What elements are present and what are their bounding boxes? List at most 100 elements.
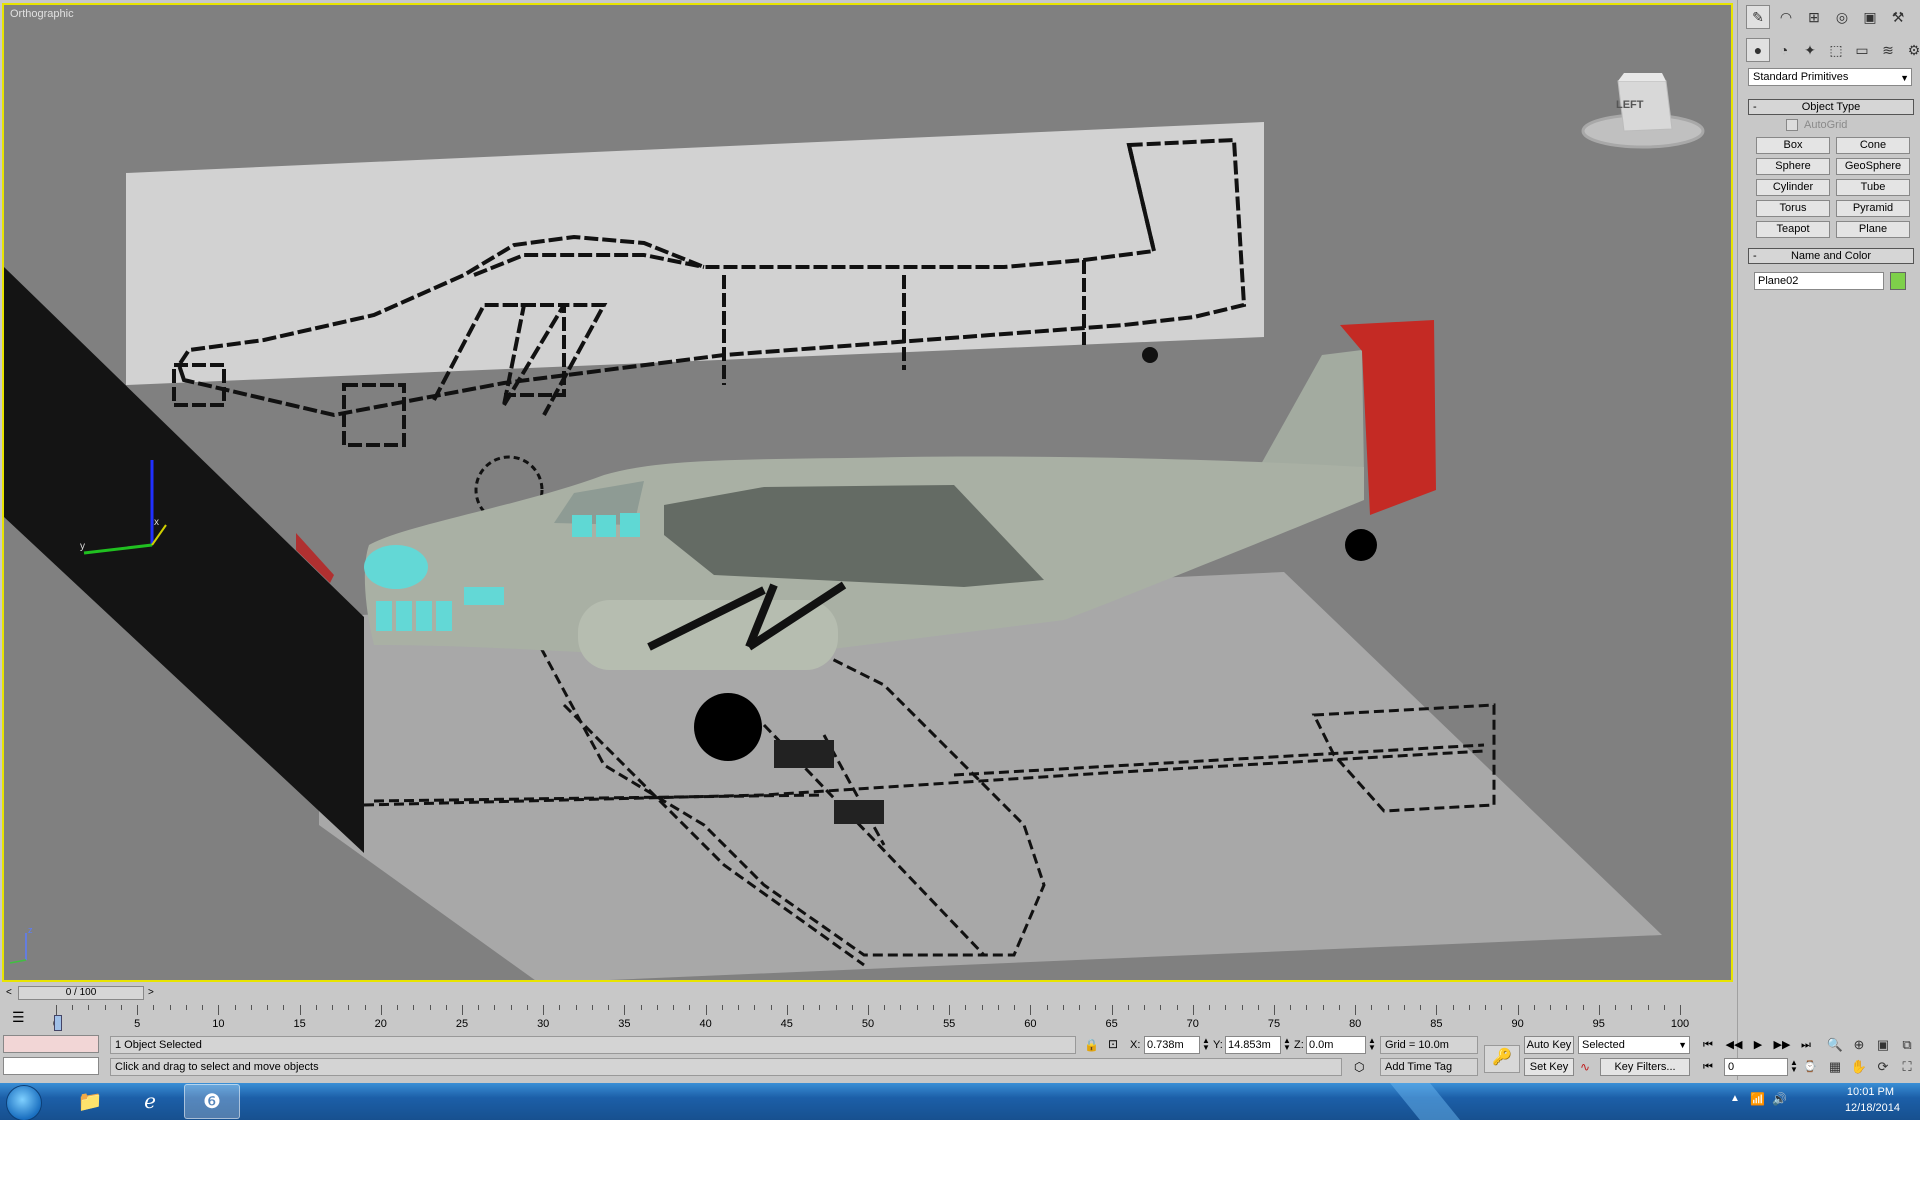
- cylinder-button[interactable]: Cylinder: [1756, 179, 1830, 196]
- pan-view-icon[interactable]: ✋: [1848, 1057, 1870, 1077]
- network-icon[interactable]: 📶: [1750, 1092, 1765, 1106]
- cone-button[interactable]: Cone: [1836, 137, 1910, 154]
- torus-button[interactable]: Torus: [1756, 200, 1830, 217]
- plane-button[interactable]: Plane: [1836, 221, 1910, 238]
- time-slider-next[interactable]: >: [148, 987, 154, 998]
- auto-key-button[interactable]: Auto Key: [1524, 1036, 1574, 1054]
- go-to-end-icon[interactable]: ⏭: [1796, 1036, 1816, 1054]
- zoom-extents-icon[interactable]: ▣: [1872, 1035, 1894, 1055]
- next-frame-icon[interactable]: ▶▶: [1772, 1036, 1792, 1054]
- zoom-all-icon[interactable]: ⊕: [1848, 1035, 1870, 1055]
- trackbar-tick: [1079, 1005, 1081, 1010]
- go-to-start-icon[interactable]: ⏮: [1698, 1036, 1718, 1054]
- zoom-icon[interactable]: 🔍: [1824, 1035, 1846, 1055]
- hierarchy-tab-icon[interactable]: ⊞: [1802, 5, 1826, 29]
- selection-set-dropdown[interactable]: Selected ▼: [1578, 1036, 1690, 1054]
- zoom-extents-all-icon[interactable]: ⧉: [1896, 1035, 1918, 1055]
- systems-icon[interactable]: ⚙: [1902, 38, 1920, 62]
- viewcube[interactable]: LEFT: [1578, 69, 1708, 159]
- viewport-label[interactable]: Orthographic: [10, 8, 74, 20]
- aircraft-tail-fin[interactable]: [1260, 350, 1364, 475]
- current-frame-field[interactable]: 0: [1724, 1058, 1788, 1076]
- file-explorer-icon[interactable]: 📁: [62, 1084, 118, 1119]
- open-mini-curve-editor-icon[interactable]: ☰: [12, 1009, 25, 1026]
- key-filters-button[interactable]: Key Filters...: [1600, 1058, 1690, 1076]
- checkbox-icon[interactable]: [1786, 119, 1798, 131]
- set-key-button[interactable]: Set Key: [1524, 1058, 1574, 1076]
- viewport-orthographic[interactable]: y x z Orthographic LEFT: [2, 3, 1733, 982]
- trackbar-tick: [1436, 1005, 1438, 1015]
- current-frame-marker[interactable]: [54, 1015, 62, 1031]
- time-slider-prev[interactable]: <: [6, 987, 12, 998]
- set-keys-icon[interactable]: 🔑: [1484, 1045, 1520, 1073]
- internet-explorer-icon[interactable]: ℯ: [122, 1084, 178, 1119]
- trackbar-ruler[interactable]: 0510152025303540455055606570758085909510…: [53, 1005, 1689, 1033]
- shapes-icon[interactable]: ◔: [1772, 38, 1796, 62]
- trackbar-tick: [1225, 1005, 1227, 1010]
- trackbar-tick: [462, 1005, 463, 1015]
- object-name-field[interactable]: Plane02: [1754, 272, 1884, 290]
- teapot-button[interactable]: Teapot: [1756, 221, 1830, 238]
- trackbar-tick: [721, 1005, 723, 1010]
- add-time-tag-button[interactable]: Add Time Tag: [1380, 1058, 1478, 1076]
- aircraft-nose-cowling[interactable]: [364, 545, 428, 589]
- trackbar-tick: [1111, 1005, 1113, 1015]
- space-warps-icon[interactable]: ≋: [1876, 38, 1900, 62]
- scene-canvas[interactable]: y x z: [4, 5, 1731, 980]
- z-coordinate-field[interactable]: 0.0m: [1306, 1036, 1366, 1054]
- field-of-view-icon[interactable]: ▦: [1824, 1057, 1846, 1077]
- volume-icon[interactable]: 🔊: [1772, 1092, 1787, 1106]
- y-coordinate-field[interactable]: 14.853m: [1225, 1036, 1281, 1054]
- maxscript-listener-input[interactable]: [3, 1035, 99, 1053]
- side-blueprint-plane[interactable]: [126, 122, 1264, 385]
- name-and-color-header[interactable]: - Name and Color: [1748, 248, 1914, 264]
- helpers-icon[interactable]: ▭: [1850, 38, 1874, 62]
- track-bar[interactable]: ☰ 05101520253035404550556065707580859095…: [0, 1005, 1737, 1033]
- status-bar: 1 Object Selected Click and drag to sele…: [0, 1033, 1912, 1083]
- 3dsmax-taskbar-icon[interactable]: ❻: [184, 1084, 240, 1119]
- previous-frame-icon[interactable]: ◀◀: [1724, 1036, 1744, 1054]
- x-spinner[interactable]: ▲ ▼: [1202, 1037, 1210, 1052]
- sphere-button[interactable]: Sphere: [1756, 158, 1830, 175]
- pyramid-button[interactable]: Pyramid: [1836, 200, 1910, 217]
- utilities-tab-icon[interactable]: ⚒: [1886, 5, 1910, 29]
- lights-icon[interactable]: ✦: [1798, 38, 1822, 62]
- geometry-icon[interactable]: ●: [1746, 38, 1770, 62]
- absolute-mode-icon[interactable]: ⊡: [1108, 1037, 1118, 1051]
- play-icon[interactable]: ▶: [1748, 1036, 1768, 1054]
- primitive-category-dropdown[interactable]: Standard Primitives ▼: [1748, 68, 1912, 86]
- box-button[interactable]: Box: [1756, 137, 1830, 154]
- time-slider[interactable]: < 0 / 100 >: [2, 985, 1733, 1003]
- lock-icon[interactable]: 🔒: [1084, 1038, 1099, 1052]
- object-color-swatch[interactable]: [1890, 272, 1906, 290]
- default-tangents-icon[interactable]: ∿: [1580, 1060, 1590, 1074]
- viewcube-face-label[interactable]: LEFT: [1616, 99, 1644, 111]
- cameras-icon[interactable]: ⬚: [1824, 38, 1848, 62]
- time-tag-icon[interactable]: ⬡: [1354, 1060, 1364, 1074]
- clock-date[interactable]: 12/18/2014: [1845, 1102, 1900, 1114]
- geosphere-button[interactable]: GeoSphere: [1836, 158, 1910, 175]
- frame-spinner[interactable]: ▲ ▼: [1790, 1059, 1798, 1074]
- object-type-header[interactable]: - Object Type: [1748, 99, 1914, 115]
- x-coordinate-field[interactable]: 0.738m: [1144, 1036, 1200, 1054]
- key-mode-toggle-icon[interactable]: ⏮: [1698, 1058, 1718, 1076]
- display-tab-icon[interactable]: ▣: [1858, 5, 1882, 29]
- clock-time[interactable]: 10:01 PM: [1847, 1086, 1894, 1098]
- maximize-viewport-icon[interactable]: ⛶: [1896, 1057, 1918, 1077]
- orbit-icon[interactable]: ⟳: [1872, 1057, 1894, 1077]
- show-hidden-icons-icon[interactable]: ▲: [1730, 1093, 1740, 1104]
- create-tab-icon[interactable]: ✎: [1746, 5, 1770, 29]
- y-spinner[interactable]: ▲ ▼: [1283, 1037, 1291, 1052]
- maxscript-output[interactable]: [3, 1057, 99, 1075]
- motion-tab-icon[interactable]: ◎: [1830, 5, 1854, 29]
- z-spinner[interactable]: ▲ ▼: [1368, 1037, 1376, 1052]
- trackbar-tick: [88, 1005, 90, 1010]
- modify-tab-icon[interactable]: ◠: [1774, 5, 1798, 29]
- tube-button[interactable]: Tube: [1836, 179, 1910, 196]
- autogrid-checkbox[interactable]: AutoGrid: [1786, 119, 1914, 131]
- svg-text:x: x: [154, 517, 159, 528]
- time-configuration-icon[interactable]: ⌚: [1800, 1058, 1820, 1076]
- trackbar-tick: [153, 1005, 155, 1010]
- trackbar-tick: [185, 1005, 187, 1010]
- time-slider-thumb[interactable]: 0 / 100: [18, 986, 144, 1000]
